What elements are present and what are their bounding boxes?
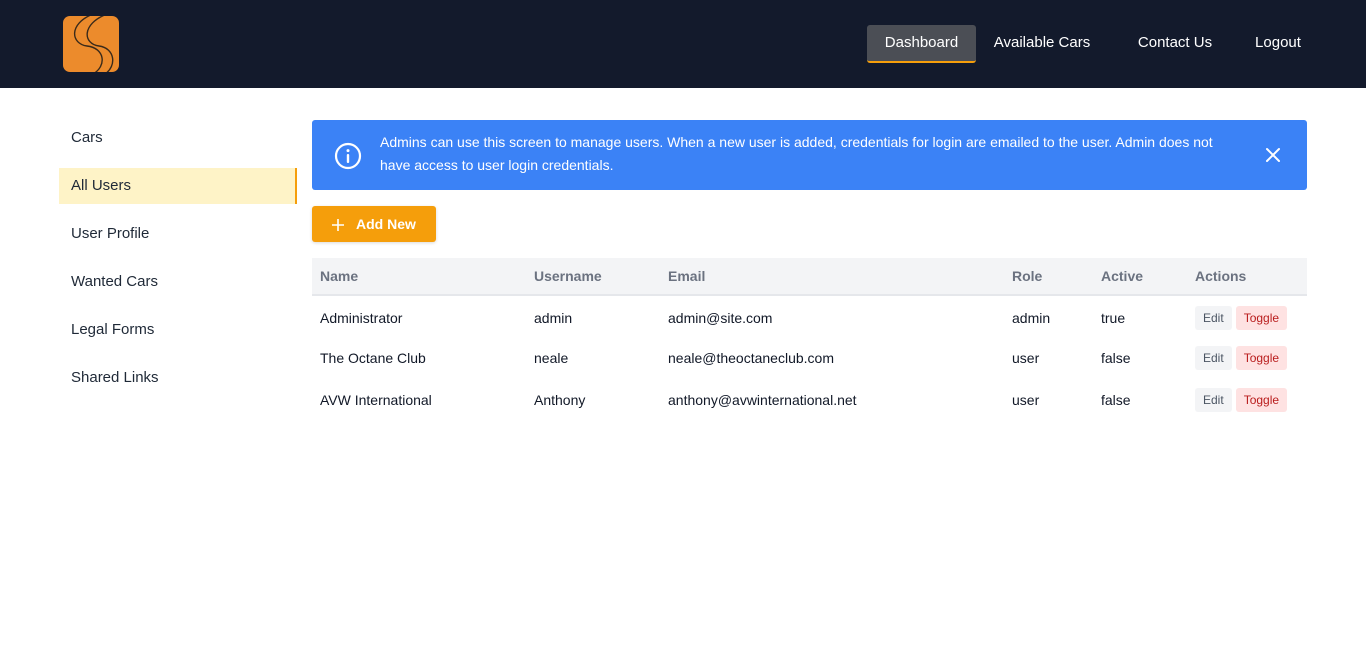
- cell-username: Anthony: [534, 392, 586, 408]
- col-header-role[interactable]: Role: [1004, 258, 1093, 296]
- cell-name: Administrator: [320, 309, 403, 326]
- nav-logout[interactable]: Logout: [1248, 25, 1308, 63]
- close-icon[interactable]: [1265, 147, 1281, 168]
- edit-button[interactable]: Edit: [1195, 388, 1232, 412]
- nav-contact-us[interactable]: Contact Us: [1130, 25, 1220, 63]
- add-new-label: Add New: [356, 216, 416, 232]
- sidebar-item-cars[interactable]: Cars: [59, 120, 297, 156]
- alert-message: Admins can use this screen to manage use…: [380, 134, 1213, 173]
- table-row: AVW International Anthony anthony@avwint…: [312, 379, 1307, 421]
- logo-icon: [73, 16, 114, 72]
- users-table: Name Username Email Role Active Actions …: [312, 258, 1307, 421]
- edit-button[interactable]: Edit: [1195, 346, 1232, 370]
- edit-button[interactable]: Edit: [1195, 305, 1232, 330]
- col-header-actions: Actions: [1187, 258, 1307, 296]
- add-new-button[interactable]: Add New: [312, 206, 436, 242]
- toggle-button[interactable]: Toggle: [1235, 305, 1288, 330]
- cell-role: admin: [1012, 309, 1051, 326]
- cell-email: anthony@avwinternational.net: [668, 392, 857, 408]
- cell-actions: Edit Toggle: [1187, 295, 1307, 337]
- brand-logo[interactable]: [63, 16, 119, 72]
- cell-actions: Edit Toggle: [1187, 379, 1307, 421]
- cell-active: false: [1101, 392, 1131, 408]
- table-header-row: Name Username Email Role Active Actions: [312, 258, 1307, 296]
- cell-name: The Octane Club: [320, 350, 426, 366]
- cell-name: AVW International: [320, 392, 432, 408]
- sidebar-item-wanted-cars[interactable]: Wanted Cars: [59, 264, 297, 300]
- cell-role: user: [1012, 350, 1040, 366]
- info-alert: Admins can use this screen to manage use…: [312, 120, 1307, 190]
- cell-active: true: [1101, 309, 1126, 326]
- top-navbar: Dashboard Available Cars Contact Us Logo…: [0, 0, 1366, 88]
- sidebar-item-user-profile[interactable]: User Profile: [59, 216, 297, 252]
- cell-email: neale@theoctaneclub.com: [668, 350, 834, 366]
- cell-role: user: [1012, 392, 1040, 408]
- table-row: Administrator admin admin@site.com admin…: [312, 295, 1307, 337]
- plus-icon: [332, 218, 344, 234]
- cell-actions: Edit Toggle: [1187, 337, 1307, 379]
- table-row: The Octane Club neale neale@theoctaneclu…: [312, 337, 1307, 379]
- cell-email: admin@site.com: [668, 309, 773, 326]
- info-icon: [334, 142, 362, 175]
- col-header-email[interactable]: Email: [660, 258, 1004, 296]
- sidebar: Cars All Users User Profile Wanted Cars …: [59, 120, 297, 408]
- cell-username: neale: [534, 350, 569, 366]
- nav-dashboard[interactable]: Dashboard: [867, 25, 976, 63]
- sidebar-item-all-users[interactable]: All Users: [59, 168, 297, 204]
- col-header-name[interactable]: Name: [312, 258, 526, 296]
- sidebar-item-legal-forms[interactable]: Legal Forms: [59, 312, 297, 348]
- cell-active: false: [1101, 350, 1131, 366]
- sidebar-item-shared-links[interactable]: Shared Links: [59, 360, 297, 396]
- col-header-active[interactable]: Active: [1093, 258, 1187, 296]
- cell-username: admin: [534, 309, 573, 326]
- toggle-button[interactable]: Toggle: [1235, 346, 1288, 370]
- nav-available-cars[interactable]: Available Cars: [992, 25, 1092, 63]
- col-header-username[interactable]: Username: [526, 258, 660, 296]
- toggle-button[interactable]: Toggle: [1235, 388, 1288, 412]
